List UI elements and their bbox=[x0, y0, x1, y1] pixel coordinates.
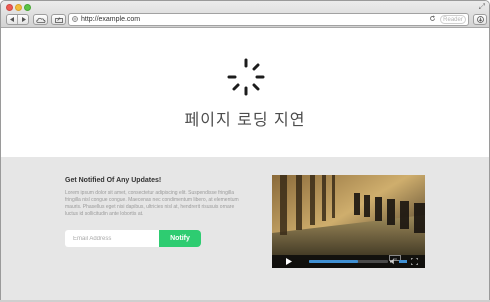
site-globe-icon bbox=[72, 16, 78, 22]
video-controls: ▭ bbox=[272, 255, 425, 268]
video-player[interactable]: ▭ bbox=[272, 175, 425, 268]
notify-button[interactable]: Notify bbox=[159, 230, 201, 247]
loading-section: 페이지 로딩 지연 bbox=[1, 29, 489, 157]
reload-icon[interactable] bbox=[429, 15, 436, 22]
fullscreen-icon[interactable] bbox=[411, 258, 418, 265]
back-forward-group bbox=[6, 14, 29, 25]
newsletter-description: Lorem ipsum dolor sit amet, consectetur … bbox=[65, 190, 239, 217]
reader-button[interactable]: Reader bbox=[440, 15, 466, 24]
loading-spinner-icon bbox=[227, 58, 265, 96]
volume-icon[interactable] bbox=[390, 258, 397, 265]
page-title: 페이지 로딩 지연 bbox=[184, 112, 306, 129]
back-button[interactable] bbox=[7, 15, 17, 24]
share-button[interactable] bbox=[51, 14, 66, 25]
zoom-window-button[interactable] bbox=[24, 4, 31, 11]
fullscreen-resize-icon[interactable]: ⤢ bbox=[479, 2, 485, 11]
address-url[interactable]: http://example.com bbox=[81, 15, 140, 25]
minimize-window-button[interactable] bbox=[15, 4, 22, 11]
icloud-tabs-button[interactable] bbox=[33, 14, 48, 25]
play-icon[interactable] bbox=[286, 258, 292, 265]
browser-toolbar: ⤢ http://example.com Reader bbox=[1, 1, 489, 28]
back-arrow-icon bbox=[9, 17, 14, 22]
share-icon bbox=[54, 17, 63, 23]
volume-slider[interactable] bbox=[399, 260, 407, 263]
download-icon bbox=[476, 16, 484, 23]
newsletter-section: Get Notified Of Any Updates! Lorem ipsum… bbox=[1, 157, 489, 301]
cloud-icon bbox=[35, 17, 45, 23]
browser-window: ⤢ http://example.com Reader 페이지 로딩 지연 Ge… bbox=[0, 0, 490, 302]
newsletter-title: Get Notified Of Any Updates! bbox=[65, 177, 162, 184]
downloads-button[interactable] bbox=[473, 14, 487, 25]
address-bar[interactable]: http://example.com Reader bbox=[68, 13, 469, 26]
forward-button[interactable] bbox=[17, 15, 28, 24]
close-window-button[interactable] bbox=[6, 4, 13, 11]
forward-arrow-icon bbox=[21, 17, 26, 22]
video-progress-bar[interactable]: ▭ bbox=[309, 255, 401, 263]
video-progress-fill bbox=[309, 260, 358, 263]
email-field[interactable] bbox=[65, 230, 159, 247]
